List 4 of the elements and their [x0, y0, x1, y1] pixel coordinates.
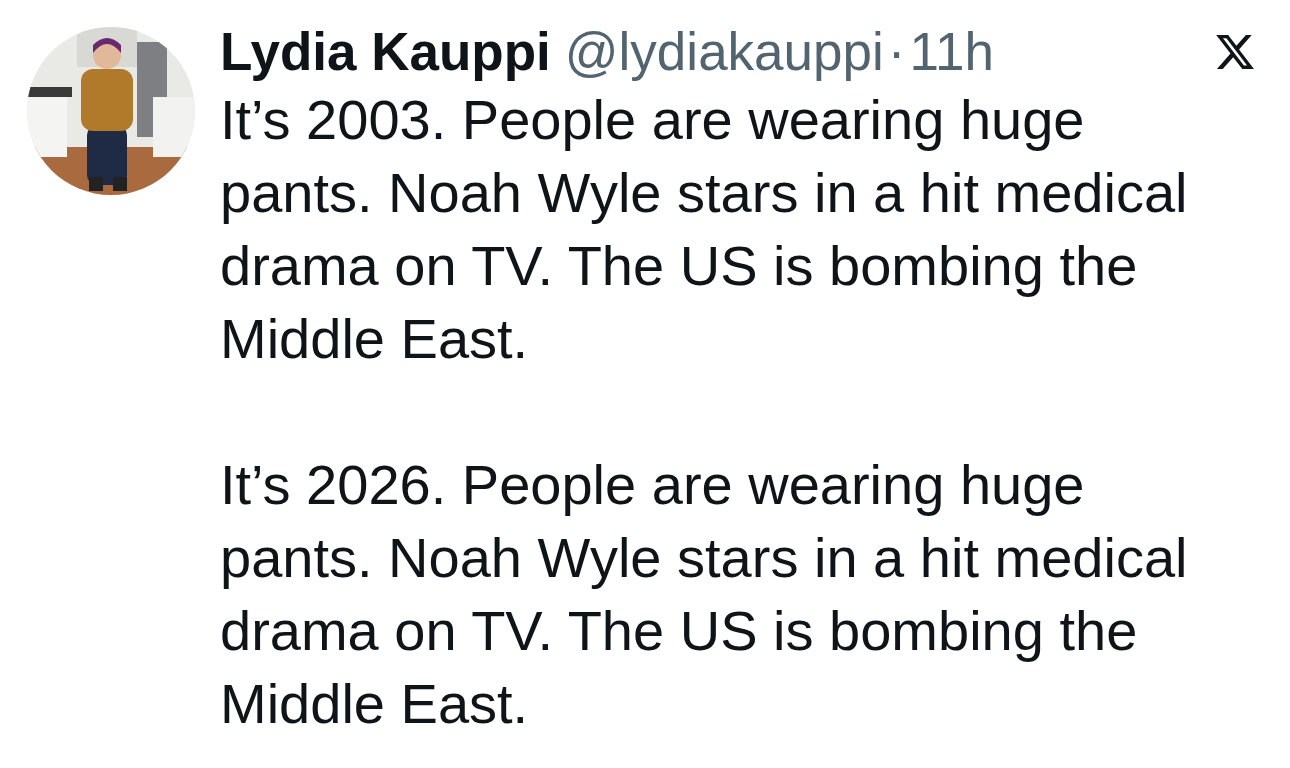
separator: ·	[887, 27, 906, 77]
post-time[interactable]: 11h	[909, 27, 994, 77]
post-text: It’s 2026. People are wearing huge pants. Noah Wyle stars in a hit medical drama on TV. The US is bombing the Middle East.	[220, 452, 1189, 737]
post-text: It’s 2003. People are wearing huge pants. Noah Wyle stars in a hit medical drama on TV. The US is bombing the Middle East.	[220, 87, 1189, 372]
